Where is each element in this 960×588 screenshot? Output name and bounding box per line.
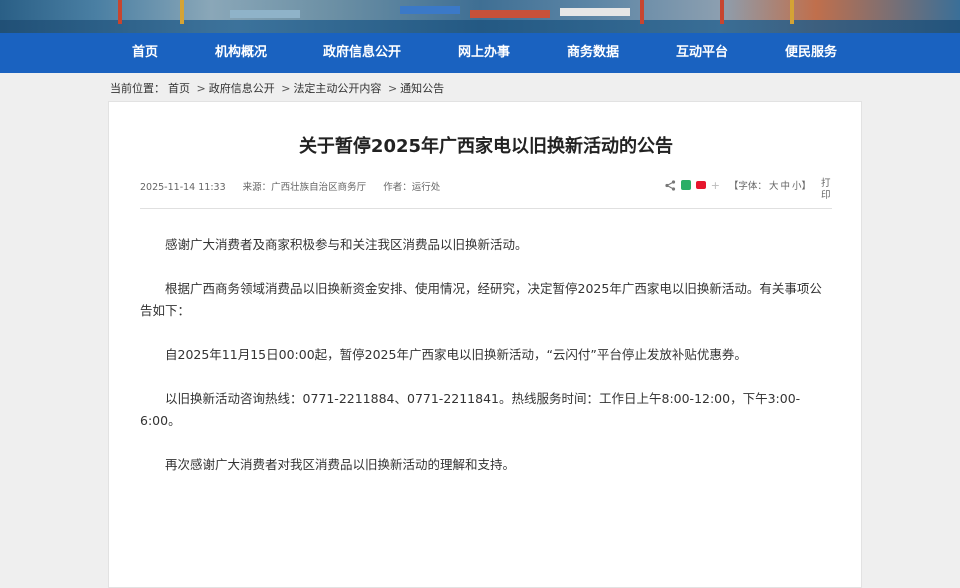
header-banner xyxy=(0,0,960,33)
article-paragraph: 感谢广大消费者及商家积极参与和关注我区消费品以旧换新活动。 xyxy=(165,237,528,252)
main-nav: 首页 机构概况 政府信息公开 网上办事 商务数据 互动平台 便民服务 xyxy=(0,33,960,73)
nav-item-online-services[interactable]: 网上办事 xyxy=(458,33,510,73)
article-paragraph: 再次感谢广大消费者对我区消费品以旧换新活动的理解和支持。 xyxy=(165,457,516,472)
font-size-medium[interactable]: 中 xyxy=(780,181,790,192)
publish-date: 2025-11-14 11:33 xyxy=(140,182,226,193)
print-button[interactable]: 打印 xyxy=(821,178,831,202)
article-paragraph: 以旧换新活动咨询热线：0771-2211884、0771-2211841。热线服… xyxy=(140,391,801,428)
wechat-icon[interactable] xyxy=(680,180,691,190)
banner-crane xyxy=(180,0,184,24)
nav-item-home[interactable]: 首页 xyxy=(132,33,158,73)
article-paragraph: 自2025年11月15日00:00起，暂停2025年广西家电以旧换新活动，“云闪… xyxy=(165,347,747,362)
nav-item-institution[interactable]: 机构概况 xyxy=(215,33,267,73)
breadcrumb-statutory[interactable]: 法定主动公开内容 xyxy=(293,82,381,95)
breadcrumb-separator: > xyxy=(196,82,206,95)
plus-icon[interactable]: + xyxy=(711,179,720,192)
article-card: 关于暂停2025年广西家电以旧换新活动的公告 2025-11-14 11:33 … xyxy=(108,101,862,588)
banner-crane xyxy=(118,0,122,24)
breadcrumb-separator: > xyxy=(387,82,398,95)
banner-water xyxy=(0,20,960,33)
font-size-control: 【字体：大中小】 xyxy=(729,178,811,192)
banner-crane xyxy=(720,0,724,24)
nav-item-public-services[interactable]: 便民服务 xyxy=(785,33,837,73)
banner-crane xyxy=(790,0,794,24)
article-paragraph: 根据广西商务领域消费品以旧换新资金安排、使用情况，经研究，决定暂停2025年广西… xyxy=(140,281,822,318)
article-author: 作者：运行处 xyxy=(383,182,441,193)
article-meta: 2025-11-14 11:33 来源：广西壮族自治区商务厅 作者：运行处 xyxy=(140,179,454,193)
article-tools: + 【字体：大中小】 xyxy=(665,178,811,192)
banner-containers xyxy=(560,8,630,16)
breadcrumb-gov-info[interactable]: 政府信息公开 xyxy=(209,82,275,95)
article-source: 来源：广西壮族自治区商务厅 xyxy=(242,182,367,193)
banner-containers xyxy=(400,6,460,14)
article-title: 关于暂停2025年广西家电以旧换新活动的公告 xyxy=(298,136,674,157)
breadcrumb-home[interactable]: 首页 xyxy=(168,82,190,95)
share-icon[interactable] xyxy=(665,179,676,191)
breadcrumb-notices[interactable]: 通知公告 xyxy=(400,82,444,95)
font-size-large[interactable]: 大 xyxy=(769,181,779,192)
font-label-open: 【字体： xyxy=(728,181,767,192)
banner-crane xyxy=(640,0,644,24)
nav-item-commerce-data[interactable]: 商务数据 xyxy=(567,33,619,73)
banner-containers xyxy=(470,10,550,18)
breadcrumb-prefix: 当前位置： xyxy=(110,82,165,95)
breadcrumb: 当前位置： 首页 > 政府信息公开 > 法定主动公开内容 > 通知公告 xyxy=(110,80,447,96)
nav-item-gov-info[interactable]: 政府信息公开 xyxy=(323,33,401,73)
article-body: 感谢广大消费者及商家积极参与和关注我区消费品以旧换新活动。 根据广西商务领域消费… xyxy=(140,234,832,498)
banner-containers xyxy=(230,10,300,18)
nav-item-interaction[interactable]: 互动平台 xyxy=(676,33,728,73)
divider xyxy=(140,208,832,209)
breadcrumb-separator: > xyxy=(281,82,291,95)
weibo-icon[interactable] xyxy=(695,181,706,189)
font-label-close: 】 xyxy=(801,181,811,192)
